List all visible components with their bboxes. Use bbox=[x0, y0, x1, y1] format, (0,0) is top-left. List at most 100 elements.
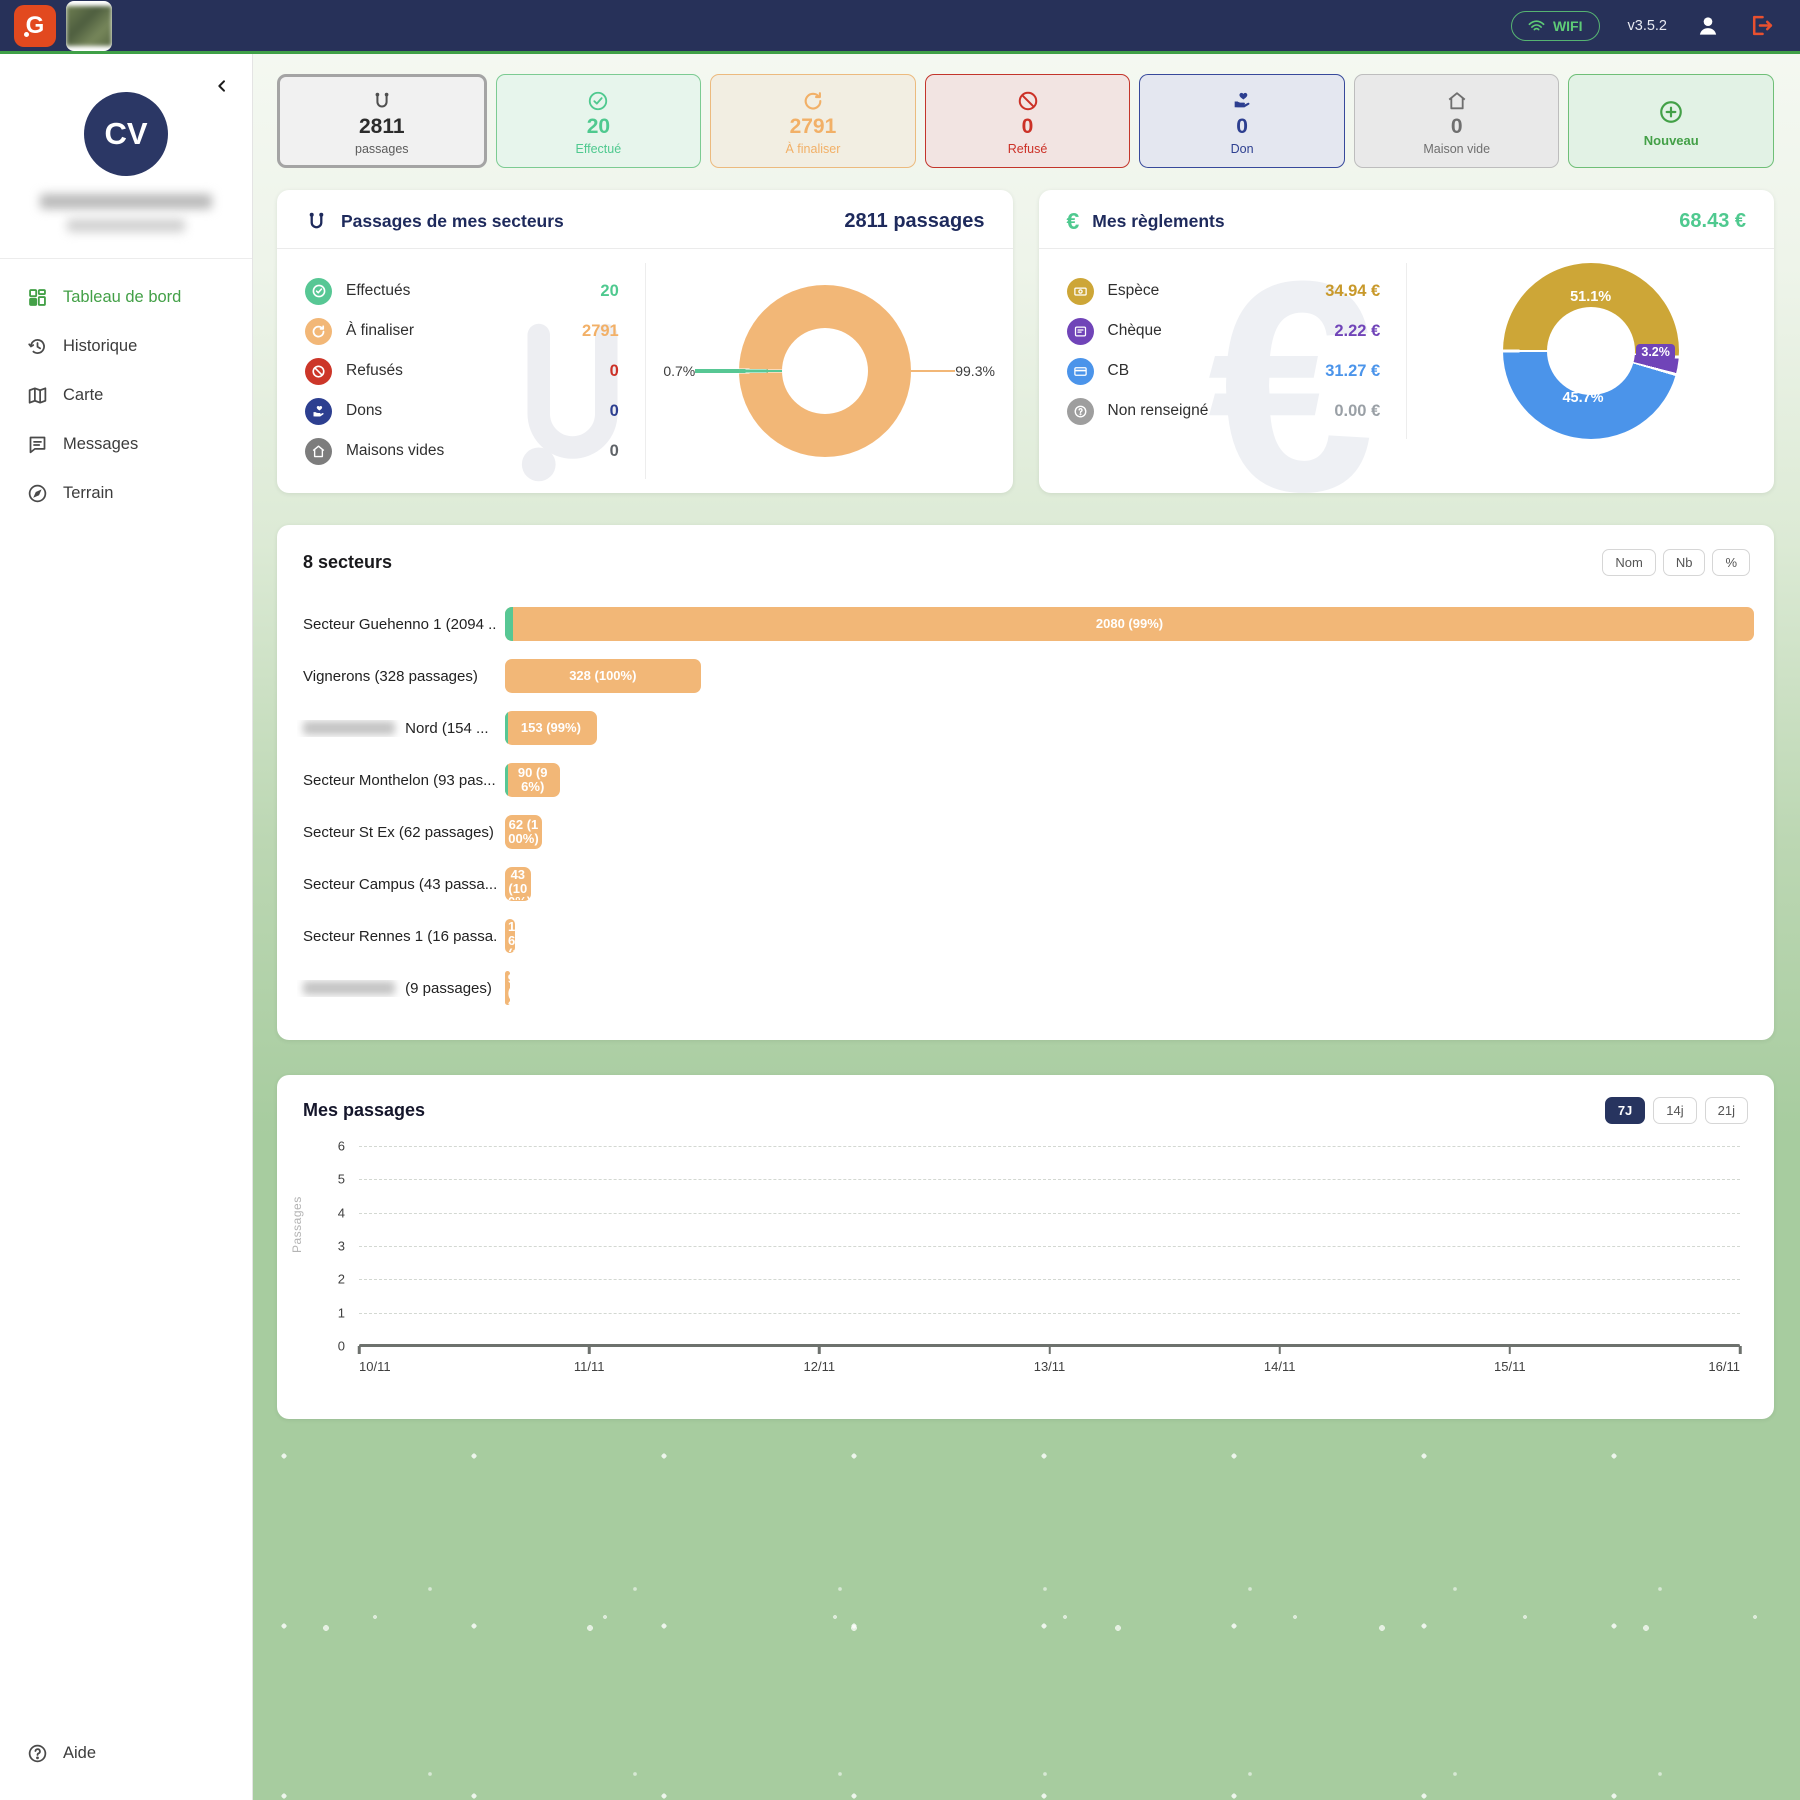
y-tick-label: 5 bbox=[338, 1172, 345, 1187]
sidebar-item-tableau-de-bord[interactable]: Tableau de bord bbox=[0, 273, 252, 322]
passages-chart-panel: Mes passages 7J 14j 21j Passages 0123456… bbox=[277, 1075, 1774, 1419]
secteurs-panel: 8 secteurs Nom Nb % Secteur Guehenno 1 (… bbox=[277, 525, 1774, 1040]
sidebar-collapse-icon[interactable] bbox=[214, 78, 230, 94]
y-tick-label: 3 bbox=[338, 1239, 345, 1254]
user-icon[interactable] bbox=[1695, 13, 1721, 39]
y-tick-label: 2 bbox=[338, 1272, 345, 1287]
range-7d-button[interactable]: 7J bbox=[1605, 1097, 1645, 1124]
top-bar: G WIFI v3.5.2 bbox=[0, 0, 1800, 54]
list-item: À finaliser 2791 bbox=[305, 311, 619, 351]
sector-bar-label: 328 (100%) bbox=[566, 669, 639, 683]
sector-bar[interactable]: 153 (99%) bbox=[505, 711, 597, 745]
list-item: Effectués 20 bbox=[305, 271, 619, 311]
item-value: 0 bbox=[610, 362, 619, 381]
item-label: Non renseigné bbox=[1108, 402, 1209, 420]
wifi-status-badge[interactable]: WIFI bbox=[1511, 11, 1600, 41]
x-tick-label: 14/11 bbox=[1264, 1359, 1296, 1374]
user-subtitle-redacted bbox=[67, 219, 185, 232]
stat-value: 20 bbox=[587, 115, 610, 138]
x-tick-label: 16/11 bbox=[1708, 1359, 1740, 1374]
sector-bar-label: 16 (100%) bbox=[505, 920, 515, 952]
x-tick-label: 15/11 bbox=[1494, 1359, 1526, 1374]
user-name-redacted bbox=[40, 194, 212, 209]
range-21d-button[interactable]: 21j bbox=[1705, 1097, 1748, 1124]
sort-by-name-button[interactable]: Nom bbox=[1602, 549, 1655, 576]
sort-by-count-button[interactable]: Nb bbox=[1663, 549, 1706, 576]
panel-title: Mes règlements bbox=[1092, 211, 1224, 232]
reglements-list: Espèce 34.94 € Chèque 2.22 € bbox=[1039, 249, 1407, 453]
refresh-icon bbox=[305, 318, 332, 345]
x-tick-label: 12/11 bbox=[804, 1359, 836, 1374]
range-14d-button[interactable]: 14j bbox=[1653, 1097, 1696, 1124]
sector-bar-label: 90 (96%) bbox=[505, 766, 560, 793]
sector-bar[interactable]: 9 (100%) bbox=[505, 971, 510, 1005]
sector-row: Vignerons (328 passages) 328 (100%) bbox=[297, 650, 1754, 702]
secteurs-bar-list: Secteur Guehenno 1 (2094 ... 2080 (99%) … bbox=[297, 598, 1754, 1014]
sector-row: Secteur Rennes 1 (16 passa... 16 (100%) bbox=[297, 910, 1754, 962]
plus-circle-icon bbox=[1658, 99, 1684, 125]
slice-label: 3.2% bbox=[1636, 344, 1675, 361]
sector-label: (9 passages) bbox=[297, 980, 497, 997]
donut-right-label: 99.3% bbox=[955, 363, 995, 379]
item-value: 0.00 € bbox=[1334, 402, 1380, 421]
passages-list: Effectués 20 À finaliser 2791 bbox=[277, 249, 645, 493]
sidebar: CV Tableau de bord Historique bbox=[0, 54, 253, 1800]
sector-label: Secteur Monthelon (93 pas... bbox=[297, 772, 497, 789]
sector-bar[interactable]: 16 (100%) bbox=[505, 919, 515, 953]
sector-bar[interactable]: 43 (100%) bbox=[505, 867, 531, 901]
sort-by-percent-button[interactable]: % bbox=[1712, 549, 1750, 576]
home-icon bbox=[305, 438, 332, 465]
stat-label: Maison vide bbox=[1423, 142, 1490, 156]
credit-card-icon bbox=[1067, 358, 1094, 385]
item-value: 2791 bbox=[582, 322, 619, 341]
item-label: Maisons vides bbox=[346, 442, 444, 460]
sector-bar-label: 2080 (99%) bbox=[1093, 617, 1166, 631]
logout-icon[interactable] bbox=[1749, 13, 1774, 38]
list-item: Refusés 0 bbox=[305, 351, 619, 391]
wifi-label: WIFI bbox=[1553, 18, 1583, 34]
slice-label: 45.7% bbox=[1562, 390, 1603, 406]
stat-card-passages[interactable]: 2811 passages bbox=[277, 74, 487, 168]
sector-bar[interactable]: 90 (96%) bbox=[505, 763, 560, 797]
stat-card-a-finaliser[interactable]: 2791 À finaliser bbox=[710, 74, 916, 168]
new-passage-button[interactable]: Nouveau bbox=[1568, 74, 1774, 168]
sector-label: Nord (154 ... bbox=[297, 720, 497, 737]
stat-card-don[interactable]: 0 Don bbox=[1139, 74, 1345, 168]
passages-donut-zone: 0.7% 99.3% bbox=[646, 249, 1013, 493]
sector-label: Secteur St Ex (62 passages) bbox=[297, 824, 497, 841]
sidebar-item-label: Aide bbox=[63, 1744, 96, 1763]
sidebar-item-messages[interactable]: Messages bbox=[0, 420, 252, 469]
x-tick-label: 10/11 bbox=[359, 1359, 391, 1374]
stat-card-refuse[interactable]: 0 Refusé bbox=[925, 74, 1131, 168]
stat-value: 2791 bbox=[790, 115, 837, 138]
y-tick-label: 1 bbox=[338, 1305, 345, 1320]
sidebar-item-terrain[interactable]: Terrain bbox=[0, 469, 252, 518]
y-tick-label: 0 bbox=[338, 1339, 345, 1354]
route-icon bbox=[305, 210, 328, 233]
stat-card-effectue[interactable]: 20 Effectué bbox=[496, 74, 702, 168]
line-chart-plot-area: 012345610/1111/1112/1113/1114/1115/1116/… bbox=[359, 1146, 1740, 1346]
sidebar-item-label: Terrain bbox=[63, 484, 113, 503]
sector-bar[interactable]: 2080 (99%) bbox=[505, 607, 1754, 641]
cash-icon bbox=[1067, 278, 1094, 305]
redacted-text bbox=[303, 981, 395, 995]
refresh-icon bbox=[802, 90, 824, 112]
list-item: CB 31.27 € bbox=[1067, 351, 1381, 391]
stat-label: passages bbox=[355, 142, 409, 156]
stat-value: 0 bbox=[1022, 115, 1034, 138]
home-icon bbox=[1446, 90, 1468, 112]
check-circle-icon bbox=[587, 90, 609, 112]
sidebar-item-carte[interactable]: Carte bbox=[0, 371, 252, 420]
item-label: À finaliser bbox=[346, 322, 414, 340]
stat-card-maison-vide[interactable]: 0 Maison vide bbox=[1354, 74, 1560, 168]
passages-total: 2811 passages bbox=[844, 210, 984, 233]
sidebar-item-historique[interactable]: Historique bbox=[0, 322, 252, 371]
sidebar-item-aide[interactable]: Aide bbox=[0, 1729, 252, 1778]
item-label: Refusés bbox=[346, 362, 403, 380]
list-item: Non renseigné 0.00 € bbox=[1067, 391, 1381, 431]
sector-bar[interactable]: 62 (100%) bbox=[505, 815, 542, 849]
sector-row: Nord (154 ... 153 (99%) bbox=[297, 702, 1754, 754]
sector-bar[interactable]: 328 (100%) bbox=[505, 659, 701, 693]
sidebar-item-label: Tableau de bord bbox=[63, 288, 181, 307]
secteurs-title: 8 secteurs bbox=[303, 552, 392, 573]
